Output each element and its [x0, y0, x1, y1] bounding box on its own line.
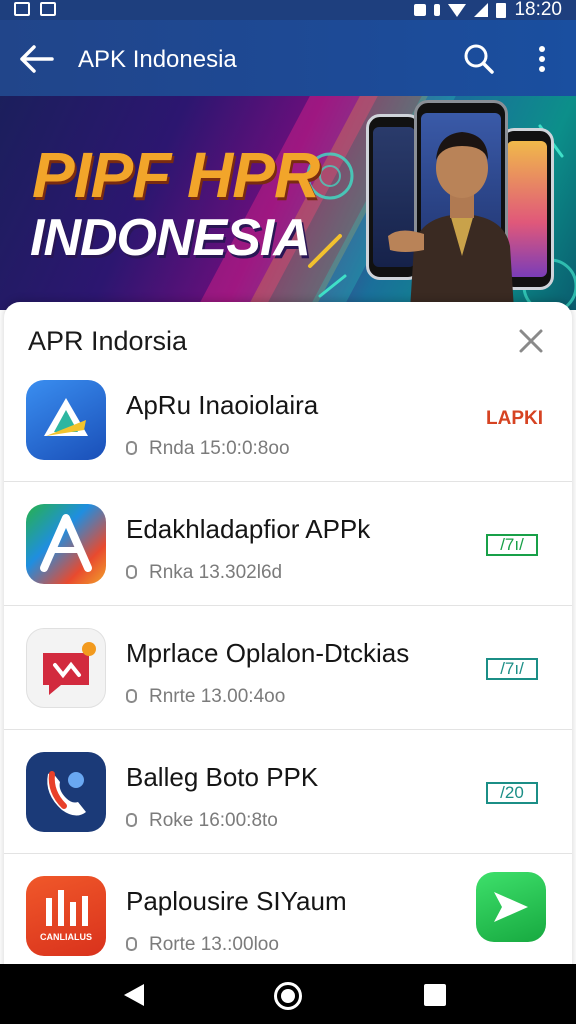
sheet-title: APR Indorsia	[28, 326, 188, 356]
status-right: 18:20	[414, 0, 562, 20]
item-badge[interactable]: LAPKI	[486, 409, 543, 432]
app-bar: APK Indonesia	[0, 20, 576, 96]
list-item[interactable]: Edakhladapfior APPk Rnka 13.302l6d /7ı/	[4, 482, 572, 606]
arrow-left-icon	[20, 45, 54, 73]
app-logo-multicolor-a-icon	[26, 504, 106, 584]
system-nav-bar	[0, 964, 576, 1024]
signal-icon	[474, 3, 489, 17]
screen: 18:20 APK Indonesia PIPF HPR INDONESIA A…	[0, 0, 576, 1024]
app-logo-phone-icon	[26, 752, 106, 832]
nav-recents-icon[interactable]	[424, 984, 446, 1006]
app-logo-caption: CANLIALUS	[40, 932, 92, 942]
share-icon	[494, 892, 528, 922]
search-button[interactable]	[462, 42, 496, 76]
item-badge[interactable]: /7ı/	[486, 658, 538, 680]
app-logo-art	[43, 642, 96, 695]
list-item[interactable]: CANLIALUS Paplousire SIYaum Rorte 13.:00…	[4, 854, 572, 978]
back-button[interactable]	[18, 42, 58, 76]
person-illustration	[388, 132, 514, 310]
app-logo-red-chat-icon	[26, 628, 106, 708]
item-title: ApRu Inaoiolaira	[126, 390, 319, 420]
nav-back-icon[interactable]	[122, 982, 146, 1008]
item-title: Balleg Boto PPK	[126, 762, 319, 792]
nav-home-icon[interactable]	[274, 982, 302, 1010]
item-meta: Roke 16:00:8to	[149, 810, 278, 831]
banner-title-line2: INDONESIA	[30, 209, 311, 267]
item-subtitle: Roke 16:00:8to	[126, 810, 278, 832]
item-badge[interactable]: /20	[486, 782, 538, 804]
lock-icon	[126, 813, 137, 827]
item-meta: Rnda 15:0:0:8oo	[149, 438, 290, 459]
search-icon	[464, 44, 494, 74]
app-logo-art	[40, 514, 92, 572]
item-subtitle: Rnda 15:0:0:8oo	[126, 438, 290, 460]
apk-list-sheet: APR Indorsia ApRu Inaoiolaira Rnda 15:0:…	[4, 302, 572, 982]
item-meta: Rorte 13.:00loo	[149, 934, 279, 955]
close-icon	[519, 329, 543, 353]
more-options-button[interactable]	[528, 42, 556, 76]
app-logo-art	[47, 771, 86, 816]
share-button[interactable]	[476, 872, 546, 942]
lock-icon	[126, 937, 137, 951]
bluetooth-icon	[434, 4, 441, 16]
clipboard-icon	[40, 2, 56, 16]
status-left	[14, 2, 56, 16]
app-logo-blue-triangle-icon	[26, 380, 106, 460]
list-item[interactable]: Balleg Boto PPK Roke 16:00:8to /20	[4, 730, 572, 854]
app-title: APK Indonesia	[78, 46, 237, 73]
app-logo-art	[46, 890, 88, 926]
item-title: Paplousire SIYaum	[126, 886, 347, 916]
item-meta: Rnrte 13.00:4oo	[149, 686, 286, 707]
item-subtitle: Rnka 13.302l6d	[126, 562, 282, 584]
battery-icon	[496, 2, 507, 18]
item-subtitle: Rnrte 13.00:4oo	[126, 686, 285, 708]
promo-banner[interactable]: PIPF HPR INDONESIA	[0, 96, 576, 310]
item-badge[interactable]: /7ı/	[486, 534, 538, 556]
more-vertical-icon	[539, 46, 545, 72]
status-bar: 18:20	[0, 0, 576, 20]
app-logo-orange-bars-icon: CANLIALUS	[26, 876, 106, 956]
alarm-icon	[414, 4, 427, 16]
banner-title-line1: PIPF HPR	[32, 139, 320, 211]
list-item[interactable]: Mprlace Oplalon-Dtckias Rnrte 13.00:4oo …	[4, 606, 572, 730]
app-logo-art	[44, 398, 88, 436]
lock-icon	[126, 441, 137, 455]
item-subtitle: Rorte 13.:00loo	[126, 934, 279, 956]
item-title: Edakhladapfior APPk	[126, 514, 371, 544]
lock-icon	[126, 689, 137, 703]
status-time: 18:20	[514, 0, 562, 20]
list-item[interactable]: ApRu Inaoiolaira Rnda 15:0:0:8oo LAPKI	[4, 358, 572, 482]
item-title: Mprlace Oplalon-Dtckias	[126, 638, 410, 668]
item-meta: Rnka 13.302l6d	[149, 562, 283, 583]
lock-icon	[126, 565, 137, 579]
notification-icon	[14, 2, 30, 16]
close-button[interactable]	[516, 326, 546, 356]
wifi-icon	[448, 3, 467, 17]
